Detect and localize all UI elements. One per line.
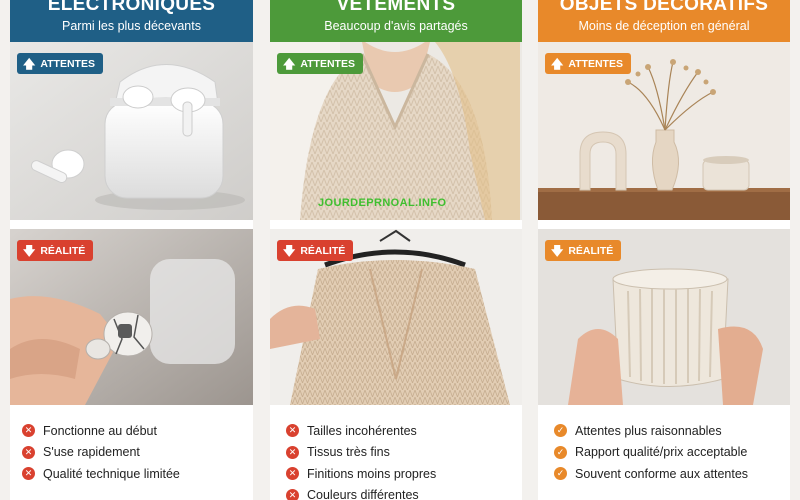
list-item-text: Souvent conforme aux attentes: [575, 466, 749, 481]
list-item: ✓ Attentes plus raisonnables: [538, 420, 790, 442]
earbuds-case-photo: 🡅 ATTENTES: [10, 42, 253, 220]
check-circle-icon: ✓: [554, 445, 567, 459]
electronics-header: ÉLECTRONIQUES Parmi les plus décevants: [10, 0, 253, 42]
expectation-tag: 🡅 ATTENTES: [277, 53, 363, 74]
expectation-tag-label: ATTENTES: [568, 57, 623, 70]
x-circle-icon: ✕: [22, 467, 35, 481]
x-circle-icon: ✕: [286, 488, 299, 500]
check-circle-icon: ✓: [554, 467, 567, 481]
list-item: ✕ S'use rapidement: [10, 442, 253, 464]
list-item-text: Tailles incohérentes: [307, 423, 417, 438]
list-item-text: Couleurs différentes: [307, 488, 419, 500]
site-watermark: JOURDEPRNOAL.INFO: [318, 197, 447, 209]
list-item: ✓ Souvent conforme aux attentes: [538, 463, 790, 485]
list-item: ✕ Fonctionne au début: [10, 420, 253, 442]
list-item: ✓ Rapport qualité/prix acceptable: [538, 442, 790, 464]
electronics-subtitle: Parmi les plus décevants: [62, 19, 201, 33]
thin-sweater-photo: 🡇 RÉALITÉ: [270, 229, 522, 405]
list-item: ✕ Tissus très fins: [270, 442, 522, 464]
list-item-text: Fonctionne au début: [43, 423, 157, 438]
list-item-text: Tissus très fins: [307, 445, 390, 460]
decor-benefit-list: ✓ Attentes plus raisonnables ✓ Rapport q…: [538, 420, 790, 485]
list-item-text: Finitions moins propres: [307, 466, 437, 481]
arrow-up-icon: 🡅: [551, 56, 564, 71]
reality-tag: 🡇 RÉALITÉ: [277, 240, 354, 261]
expectation-tag: 🡅 ATTENTES: [17, 53, 103, 74]
list-item: ✕ Finitions moins propres: [270, 463, 522, 485]
arrow-down-icon: 🡇: [23, 243, 36, 258]
clothing-issue-list: ✕ Tailles incohérentes ✕ Tissus très fin…: [270, 420, 522, 500]
x-circle-icon: ✕: [286, 467, 299, 481]
list-item: ✕ Qualité technique limitée: [10, 463, 253, 485]
arrow-down-icon: 🡇: [283, 243, 296, 258]
list-item: ✕ Couleurs différentes: [270, 485, 522, 500]
x-circle-icon: ✕: [22, 445, 35, 459]
reality-tag-label: RÉALITÉ: [300, 244, 346, 257]
arrow-up-icon: 🡅: [23, 56, 36, 71]
decor-subtitle: Moins de déception en général: [578, 19, 750, 33]
x-circle-icon: ✕: [286, 445, 299, 459]
reality-tag-label: RÉALITÉ: [568, 244, 614, 257]
list-item-text: S'use rapidement: [43, 445, 140, 460]
list-item: ✕ Tailles incohérentes: [270, 420, 522, 442]
reality-tag-label: RÉALITÉ: [40, 244, 86, 257]
ceramic-cup-photo: 🡇 RÉALITÉ: [538, 229, 790, 405]
arrow-down-icon: 🡇: [551, 243, 564, 258]
electronics-issue-list: ✕ Fonctionne au début ✕ S'use rapidement…: [10, 420, 253, 485]
list-item-text: Qualité technique limitée: [43, 466, 180, 481]
clothing-column: VÊTEMENTS Beaucoup d'avis partagés 🡅 ATT…: [270, 0, 522, 500]
list-item-text: Attentes plus raisonnables: [575, 423, 722, 438]
expectation-tag-label: ATTENTES: [40, 57, 95, 70]
clothing-header: VÊTEMENTS Beaucoup d'avis partagés: [270, 0, 522, 42]
sweater-model-photo: 🡅 ATTENTES: [270, 42, 522, 220]
clothing-title: VÊTEMENTS: [336, 0, 456, 15]
decor-shelf-photo: 🡅 ATTENTES: [538, 42, 790, 220]
check-circle-icon: ✓: [554, 424, 567, 438]
x-circle-icon: ✕: [286, 424, 299, 438]
electronics-column: ÉLECTRONIQUES Parmi les plus décevants 🡅…: [10, 0, 253, 500]
reality-tag: 🡇 RÉALITÉ: [17, 240, 94, 261]
x-circle-icon: ✕: [22, 424, 35, 438]
expectation-tag-label: ATTENTES: [300, 57, 355, 70]
decor-column: OBJETS DÉCORATIFS Moins de déception en …: [538, 0, 790, 500]
expectation-tag: 🡅 ATTENTES: [545, 53, 631, 74]
decor-title: OBJETS DÉCORATIFS: [559, 0, 769, 15]
arrow-up-icon: 🡅: [283, 56, 296, 71]
electronics-title: ÉLECTRONIQUES: [47, 0, 216, 15]
broken-earbud-photo: 🡇 RÉALITÉ: [10, 229, 253, 405]
reality-tag: 🡇 RÉALITÉ: [545, 240, 622, 261]
list-item-text: Rapport qualité/prix acceptable: [575, 445, 748, 460]
clothing-subtitle: Beaucoup d'avis partagés: [324, 19, 468, 33]
decor-header: OBJETS DÉCORATIFS Moins de déception en …: [538, 0, 790, 42]
